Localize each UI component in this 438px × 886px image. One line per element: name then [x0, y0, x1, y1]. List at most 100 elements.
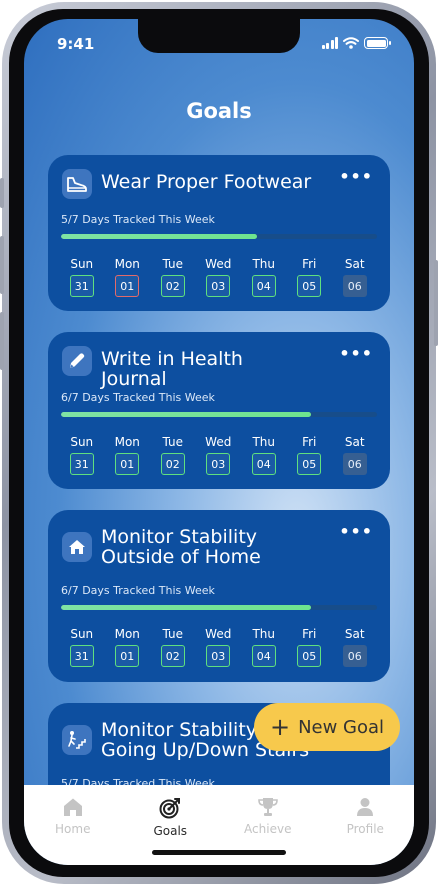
- day-fri[interactable]: Fri 05: [287, 627, 333, 667]
- day-mon[interactable]: Mon 01: [105, 435, 151, 475]
- day-thu[interactable]: Thu 04: [241, 257, 287, 297]
- goal-card[interactable]: Monitor Stability Outside of Home ••• 6/…: [48, 510, 390, 682]
- goal-title: Monitor Stability Outside of Home: [101, 527, 351, 567]
- day-name: Wed: [205, 627, 232, 641]
- home-indicator: [152, 850, 286, 855]
- day-status-box[interactable]: 04: [251, 453, 276, 475]
- day-sat[interactable]: Sat 06: [332, 257, 378, 297]
- day-name: Thu: [252, 627, 276, 641]
- day-sun[interactable]: Sun 31: [59, 257, 105, 297]
- day-tue[interactable]: Tue 02: [150, 435, 196, 475]
- day-status-box[interactable]: 05: [297, 275, 322, 297]
- day-thu[interactable]: Thu 04: [241, 627, 287, 667]
- day-wed[interactable]: Wed 03: [196, 435, 242, 475]
- day-status-box[interactable]: 02: [160, 275, 185, 297]
- status-time: 9:41: [57, 35, 95, 53]
- day-status-box[interactable]: 31: [69, 275, 94, 297]
- goal-card[interactable]: Wear Proper Footwear ••• 5/7 Days Tracke…: [48, 155, 390, 311]
- progress-fill: [61, 234, 257, 239]
- day-tue[interactable]: Tue 02: [150, 627, 196, 667]
- day-name: Wed: [205, 257, 232, 271]
- signal-icon: [321, 37, 338, 49]
- day-sat[interactable]: Sat 06: [332, 435, 378, 475]
- day-name: Mon: [114, 627, 140, 641]
- day-name: Sat: [344, 435, 365, 449]
- more-options-button[interactable]: •••: [339, 167, 373, 186]
- day-name: Sun: [70, 435, 94, 449]
- day-status-box[interactable]: 05: [297, 453, 322, 475]
- goal-title: Write in Health Journal: [101, 349, 351, 389]
- home-icon: [62, 532, 92, 562]
- wifi-icon: [343, 37, 359, 49]
- progress-bar: [61, 234, 377, 239]
- day-name: Sun: [70, 257, 94, 271]
- shoe-icon: [62, 169, 92, 199]
- day-sat[interactable]: Sat 06: [332, 627, 378, 667]
- progress-fill: [61, 605, 311, 610]
- day-fri[interactable]: Fri 05: [287, 257, 333, 297]
- day-name: Thu: [252, 257, 276, 271]
- day-status-box[interactable]: 03: [206, 275, 231, 297]
- plus-icon: +: [269, 713, 291, 741]
- week-days: Sun 31 Mon 01 Tue 02 Wed 03 Thu 04 Fri 05 Sat 06: [59, 627, 378, 667]
- pencil-icon: [62, 346, 92, 376]
- day-name: Sat: [344, 627, 365, 641]
- day-status-box[interactable]: 01: [115, 645, 140, 667]
- day-status-box[interactable]: 04: [251, 645, 276, 667]
- day-tue[interactable]: Tue 02: [150, 257, 196, 297]
- day-wed[interactable]: Wed 03: [196, 627, 242, 667]
- tab-label: Home: [55, 822, 91, 836]
- day-sun[interactable]: Sun 31: [59, 627, 105, 667]
- new-goal-label: New Goal: [298, 716, 385, 738]
- day-wed[interactable]: Wed 03: [196, 257, 242, 297]
- tab-label: Goals: [153, 824, 188, 838]
- day-sun[interactable]: Sun 31: [59, 435, 105, 475]
- day-status-box[interactable]: 02: [160, 453, 185, 475]
- goal-title: Wear Proper Footwear: [101, 172, 351, 192]
- day-status-box[interactable]: 03: [206, 453, 231, 475]
- goal-title-line: Write in Health: [101, 348, 243, 370]
- progress-bar: [61, 605, 377, 610]
- tab-home[interactable]: Home: [24, 797, 122, 865]
- goal-title-line: Monitor Stability: [101, 526, 258, 548]
- stairs-icon: [62, 725, 92, 755]
- day-status-box[interactable]: 01: [115, 453, 140, 475]
- goal-title-line: Outside of Home: [101, 546, 261, 568]
- day-name: Tue: [162, 435, 184, 449]
- day-status-box[interactable]: 31: [69, 453, 94, 475]
- day-name: Sat: [344, 257, 365, 271]
- app-screen: 9:41 Goals Wear Proper Footwear ••• 5/7 …: [24, 19, 414, 865]
- goal-card[interactable]: Write in Health Journal ••• 6/7 Days Tra…: [48, 332, 390, 489]
- phone-button: [0, 236, 4, 294]
- more-options-button[interactable]: •••: [339, 522, 373, 541]
- day-status-box[interactable]: 06: [342, 645, 367, 667]
- tracked-count: 6/7 Days Tracked This Week: [61, 391, 215, 404]
- day-status-box[interactable]: 03: [206, 645, 231, 667]
- day-status-box[interactable]: 06: [342, 453, 367, 475]
- phone-button: [0, 178, 4, 208]
- tab-profile[interactable]: Profile: [317, 797, 415, 865]
- day-thu[interactable]: Thu 04: [241, 435, 287, 475]
- day-status-box[interactable]: 04: [251, 275, 276, 297]
- goal-title-line: Journal: [101, 368, 167, 390]
- day-name: Fri: [302, 435, 317, 449]
- page-title: Goals: [186, 99, 252, 123]
- day-fri[interactable]: Fri 05: [287, 435, 333, 475]
- phone-button: [434, 260, 438, 346]
- trophy-icon: [257, 798, 278, 816]
- day-mon[interactable]: Mon 01: [105, 627, 151, 667]
- day-status-box[interactable]: 01: [115, 275, 140, 297]
- new-goal-button[interactable]: + New Goal: [254, 703, 400, 751]
- day-status-box[interactable]: 06: [342, 275, 367, 297]
- goal-title-line: Wear Proper Footwear: [101, 171, 312, 193]
- day-name: Mon: [114, 257, 140, 271]
- day-name: Mon: [114, 435, 140, 449]
- phone-button: [0, 312, 4, 370]
- day-status-box[interactable]: 05: [297, 645, 322, 667]
- day-status-box[interactable]: 02: [160, 645, 185, 667]
- day-mon[interactable]: Mon 01: [105, 257, 151, 297]
- day-status-box[interactable]: 31: [69, 645, 94, 667]
- progress-bar: [61, 412, 377, 417]
- tab-label: Profile: [346, 822, 384, 836]
- more-options-button[interactable]: •••: [339, 344, 373, 363]
